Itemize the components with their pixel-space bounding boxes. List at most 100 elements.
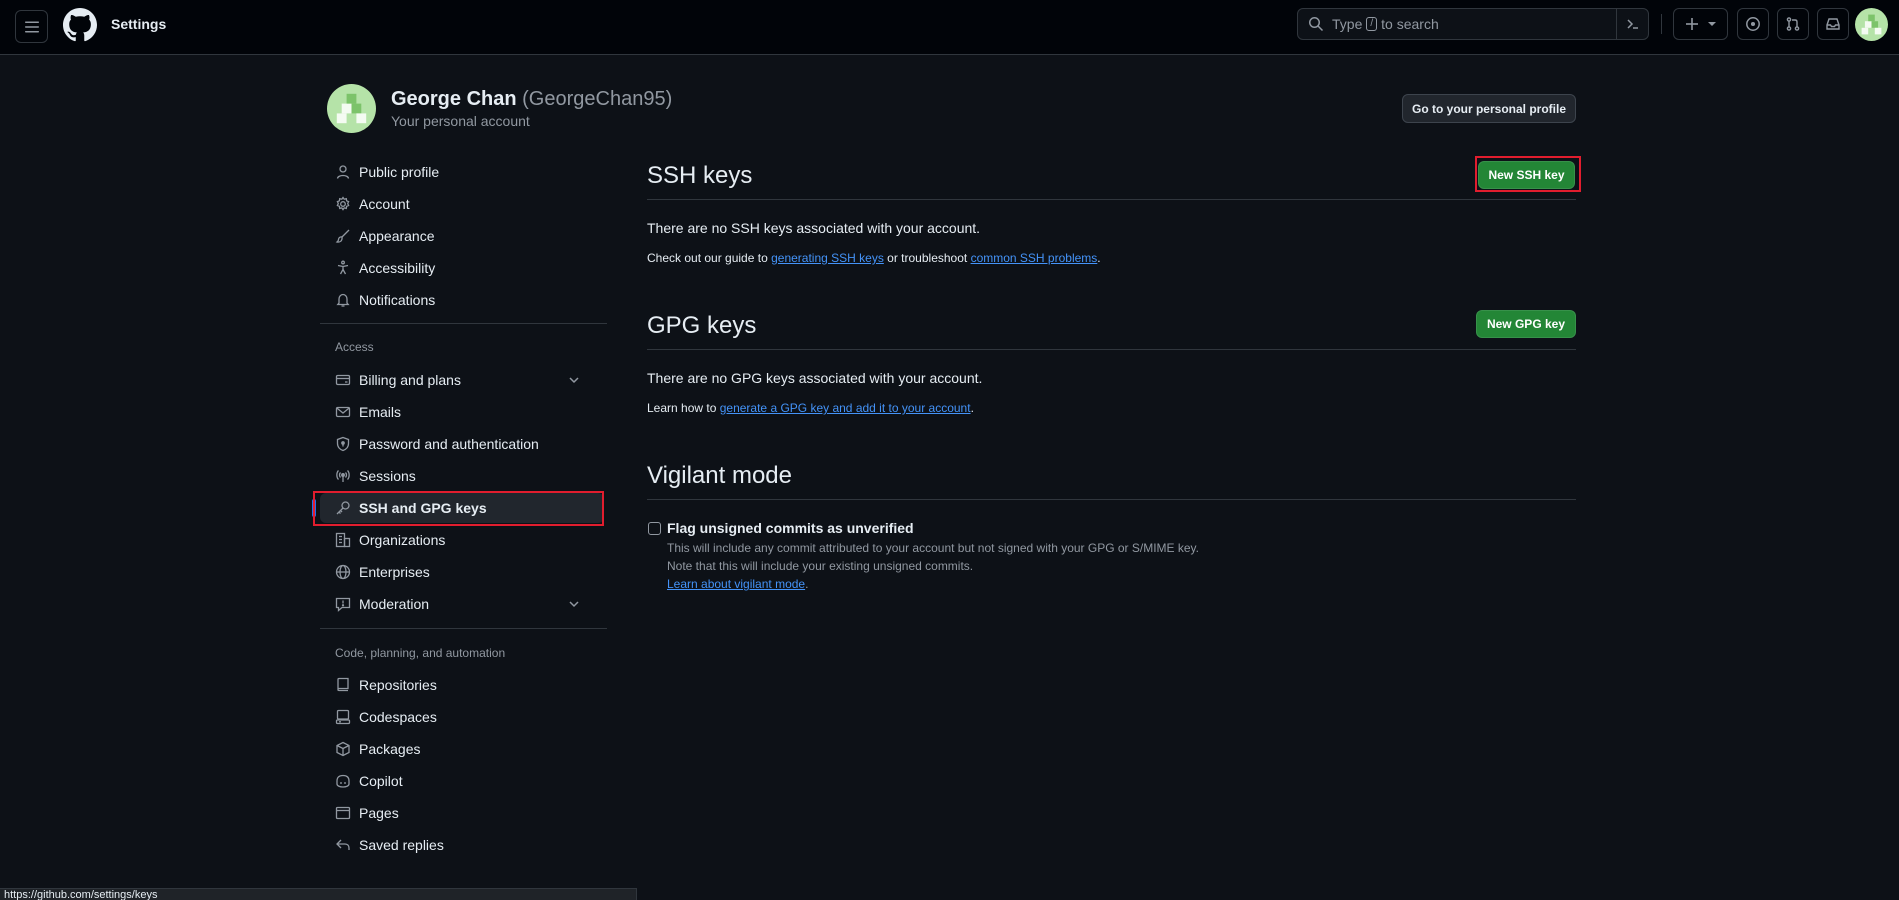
sidebar-item-pages[interactable]: Pages (320, 798, 604, 828)
new-gpg-key-button[interactable]: New GPG key (1476, 310, 1576, 338)
sidebar-item-label: Notifications (359, 292, 436, 308)
sidebar-item-codespaces[interactable]: Codespaces (320, 702, 604, 732)
command-palette-button[interactable] (1616, 9, 1648, 39)
sidebar-item-ssh-gpg-keys[interactable]: SSH and GPG keys (312, 493, 604, 523)
key-icon (336, 501, 350, 515)
codespaces-icon (335, 709, 351, 725)
ssh-empty-text: There are no SSH keys associated with yo… (647, 220, 981, 236)
hamburger-menu-button[interactable] (15, 10, 48, 43)
sidebar-item-copilot[interactable]: Copilot (320, 766, 604, 796)
gpg-keys-title: GPG keys (647, 312, 757, 339)
inbox-icon (1826, 18, 1840, 30)
sidebar-item-label: Organizations (359, 532, 446, 548)
sidebar-item-accessibility[interactable]: Accessibility (320, 253, 604, 283)
identicon-icon (1861, 14, 1882, 35)
identicon-icon (336, 93, 367, 124)
new-ssh-key-button[interactable]: New SSH key (1478, 161, 1575, 189)
shield-lock-icon (336, 436, 350, 452)
repo-icon (337, 677, 349, 692)
vigilant-mode-checkbox[interactable] (648, 522, 661, 535)
sidebar-divider (320, 628, 607, 629)
vigilant-note-2: Note that this will include your existin… (667, 559, 974, 573)
inbox-button[interactable] (1817, 8, 1849, 40)
sidebar-item-label: Public profile (359, 164, 440, 180)
hamburger-icon (24, 21, 39, 32)
issue-opened-icon (1746, 17, 1760, 31)
globe-icon (335, 564, 351, 580)
search-suffix: to search (1381, 16, 1439, 32)
github-logo-icon[interactable] (63, 8, 97, 42)
sidebar-item-notifications[interactable]: Notifications (320, 285, 604, 315)
profile-avatar[interactable] (327, 84, 376, 133)
credit-card-icon (335, 374, 351, 386)
header-title[interactable]: Settings (111, 16, 166, 32)
package-icon (336, 741, 350, 757)
sidebar-item-label: Account (359, 196, 410, 212)
section-divider (647, 349, 1576, 350)
top-header: Settings Type / to search (0, 0, 1899, 55)
search-prefix: Type (1332, 16, 1363, 32)
gpg-learn-prefix: Learn how to (647, 401, 717, 415)
sidebar-item-emails[interactable]: Emails (320, 397, 604, 427)
sidebar-item-account[interactable]: Account (320, 189, 604, 219)
sidebar-item-label: Copilot (359, 773, 403, 789)
sidebar-group-code: Code, planning, and automation (335, 646, 506, 660)
sidebar-item-organizations[interactable]: Organizations (320, 525, 604, 555)
vigilant-note-3: Learn about vigilant mode. (667, 577, 808, 591)
sidebar-item-appearance[interactable]: Appearance (320, 221, 604, 251)
chevron-down-icon[interactable] (566, 596, 582, 612)
bell-icon (336, 293, 350, 307)
common-ssh-problems-link[interactable]: common SSH problems (971, 251, 1098, 265)
organization-icon (335, 532, 351, 548)
sidebar-item-label: Emails (359, 404, 402, 420)
gpg-empty-text: There are no GPG keys associated with yo… (647, 370, 983, 386)
reply-icon (336, 839, 350, 850)
profile-subtitle: Your personal account (391, 113, 530, 129)
person-icon (336, 165, 350, 179)
chevron-down-icon[interactable] (566, 372, 582, 388)
pull-requests-button[interactable] (1777, 8, 1809, 40)
user-avatar-menu[interactable] (1855, 8, 1888, 41)
search-icon (1309, 17, 1324, 32)
ssh-guide-prefix: Check out our guide to (647, 251, 768, 265)
sidebar-item-billing[interactable]: Billing and plans (320, 365, 604, 395)
copilot-icon (336, 774, 350, 788)
generating-ssh-keys-link[interactable]: generating SSH keys (771, 251, 884, 265)
sidebar-item-public-profile[interactable]: Public profile (320, 157, 604, 187)
gear-icon (336, 196, 350, 211)
status-bar-url: https://github.com/settings/keys (0, 888, 637, 900)
sidebar-item-sessions[interactable]: Sessions (320, 461, 604, 491)
vigilant-note-suffix: . (805, 577, 809, 591)
sidebar-item-label: Appearance (359, 228, 435, 244)
accessibility-icon (337, 260, 349, 275)
learn-vigilant-mode-link[interactable]: Learn about vigilant mode (667, 577, 805, 591)
sidebar-item-packages[interactable]: Packages (320, 734, 604, 764)
sidebar-item-saved-replies[interactable]: Saved replies (320, 830, 604, 860)
profile-login: (GeorgeChan95) (522, 88, 673, 110)
go-to-personal-profile-button[interactable]: Go to your personal profile (1402, 94, 1576, 123)
sidebar-item-label: Enterprises (359, 564, 430, 580)
mail-icon (335, 406, 351, 418)
sidebar-item-moderation[interactable]: Moderation (320, 589, 604, 619)
generate-gpg-key-link[interactable]: generate a GPG key and add it to your ac… (720, 401, 971, 415)
profile-name[interactable]: George Chan (GeorgeChan95) (391, 88, 672, 111)
vigilant-mode-checkbox-label[interactable]: Flag unsigned commits as unverified (667, 520, 914, 536)
ssh-guide-suffix: . (1097, 251, 1101, 265)
git-pull-request-icon (1786, 17, 1800, 31)
issues-button[interactable] (1737, 8, 1769, 40)
sidebar-item-label: Billing and plans (359, 372, 461, 388)
gpg-learn-suffix: . (970, 401, 974, 415)
broadcast-icon (336, 470, 350, 482)
search-key-hint: / (1366, 17, 1378, 31)
sidebar-item-label: Moderation (359, 596, 430, 612)
vigilant-note-1: This will include any commit attributed … (667, 541, 1200, 555)
search-input[interactable]: Type / to search (1297, 8, 1649, 40)
create-new-button[interactable] (1673, 8, 1728, 40)
sidebar-item-label: Pages (359, 805, 399, 821)
sidebar-item-enterprises[interactable]: Enterprises (320, 557, 604, 587)
terminal-icon (1626, 19, 1638, 29)
gpg-learn-text: Learn how to generate a GPG key and add … (647, 401, 974, 415)
sidebar-item-label: Password and authentication (359, 436, 539, 452)
sidebar-item-password-authentication[interactable]: Password and authentication (320, 429, 604, 459)
sidebar-item-repositories[interactable]: Repositories (320, 670, 604, 700)
